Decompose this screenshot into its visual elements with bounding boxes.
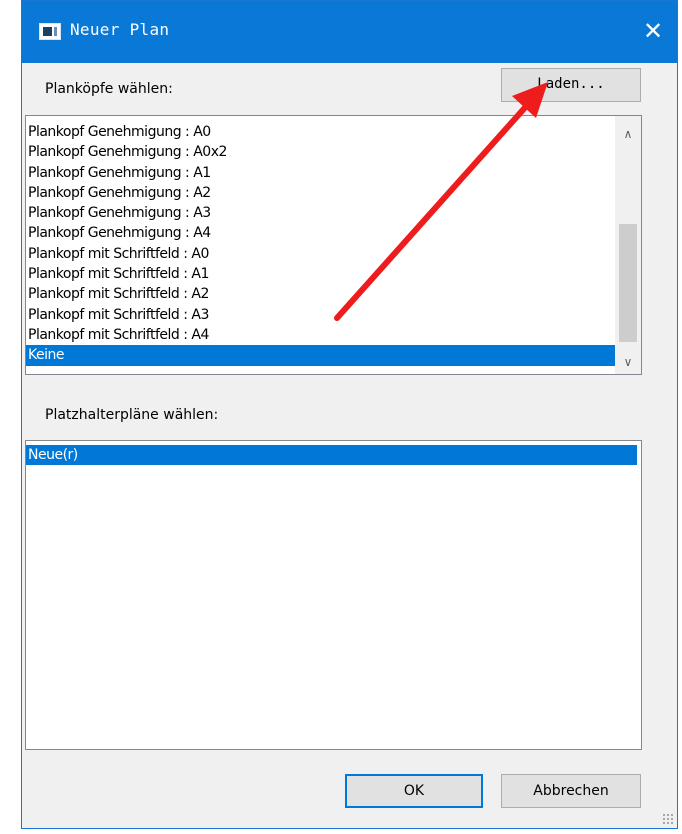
list-item[interactable]: Plankopf mit Schriftfeld : A4 (26, 325, 615, 345)
list-item[interactable]: Plankopf mit Schriftfeld : A2 (26, 284, 615, 304)
list-item[interactable]: Plankopf Genehmigung : A0x2 (26, 142, 615, 162)
list-item[interactable]: Plankopf Genehmigung : A0 (26, 122, 615, 142)
scroll-down-icon[interactable]: ∨ (615, 350, 641, 374)
list-item[interactable]: Plankopf Genehmigung : A1 (26, 163, 615, 183)
cancel-button[interactable]: Abbrechen (501, 774, 641, 808)
list-item[interactable]: Neue(r) (26, 445, 637, 466)
close-button[interactable]: ✕ (635, 13, 671, 49)
window-title: Neuer Plan (70, 20, 170, 39)
ok-button[interactable]: OK (345, 774, 483, 808)
platzhalter-list: Neue(r) (26, 445, 637, 466)
load-button[interactable]: Laden... (501, 68, 641, 102)
list-item[interactable]: Plankopf mit Schriftfeld : A0 (26, 244, 615, 264)
list-item[interactable]: Plankopf mit Schriftfeld : A1 (26, 264, 615, 284)
list-item[interactable]: Keine (26, 345, 615, 366)
resize-grip-icon[interactable] (662, 813, 674, 825)
plankoepfe-listbox[interactable]: Plankopf Genehmigung : A0 Plankopf Genehm… (25, 115, 642, 375)
plankoepfe-label: Planköpfe wählen: (45, 81, 173, 97)
app-window-icon (39, 23, 61, 40)
plankoepfe-scrollbar[interactable]: ∧ ∨ (615, 116, 641, 374)
list-item[interactable]: Plankopf Genehmigung : A2 (26, 183, 615, 203)
list-item[interactable]: Plankopf Genehmigung : A4 (26, 223, 615, 243)
platzhalter-listbox[interactable]: Neue(r) (25, 440, 642, 750)
close-icon: ✕ (642, 17, 664, 45)
list-item[interactable]: Plankopf Genehmigung : A3 (26, 203, 615, 223)
scroll-up-icon[interactable]: ∧ (615, 122, 641, 146)
title-bar[interactable]: Neuer Plan ✕ (22, 1, 677, 63)
platzhalter-label: Platzhalterpläne wählen: (45, 407, 219, 423)
plankoepfe-list: Plankopf Genehmigung : A0 Plankopf Genehm… (26, 122, 615, 366)
list-item[interactable]: Plankopf mit Schriftfeld : A3 (26, 305, 615, 325)
scroll-thumb[interactable] (619, 224, 637, 342)
